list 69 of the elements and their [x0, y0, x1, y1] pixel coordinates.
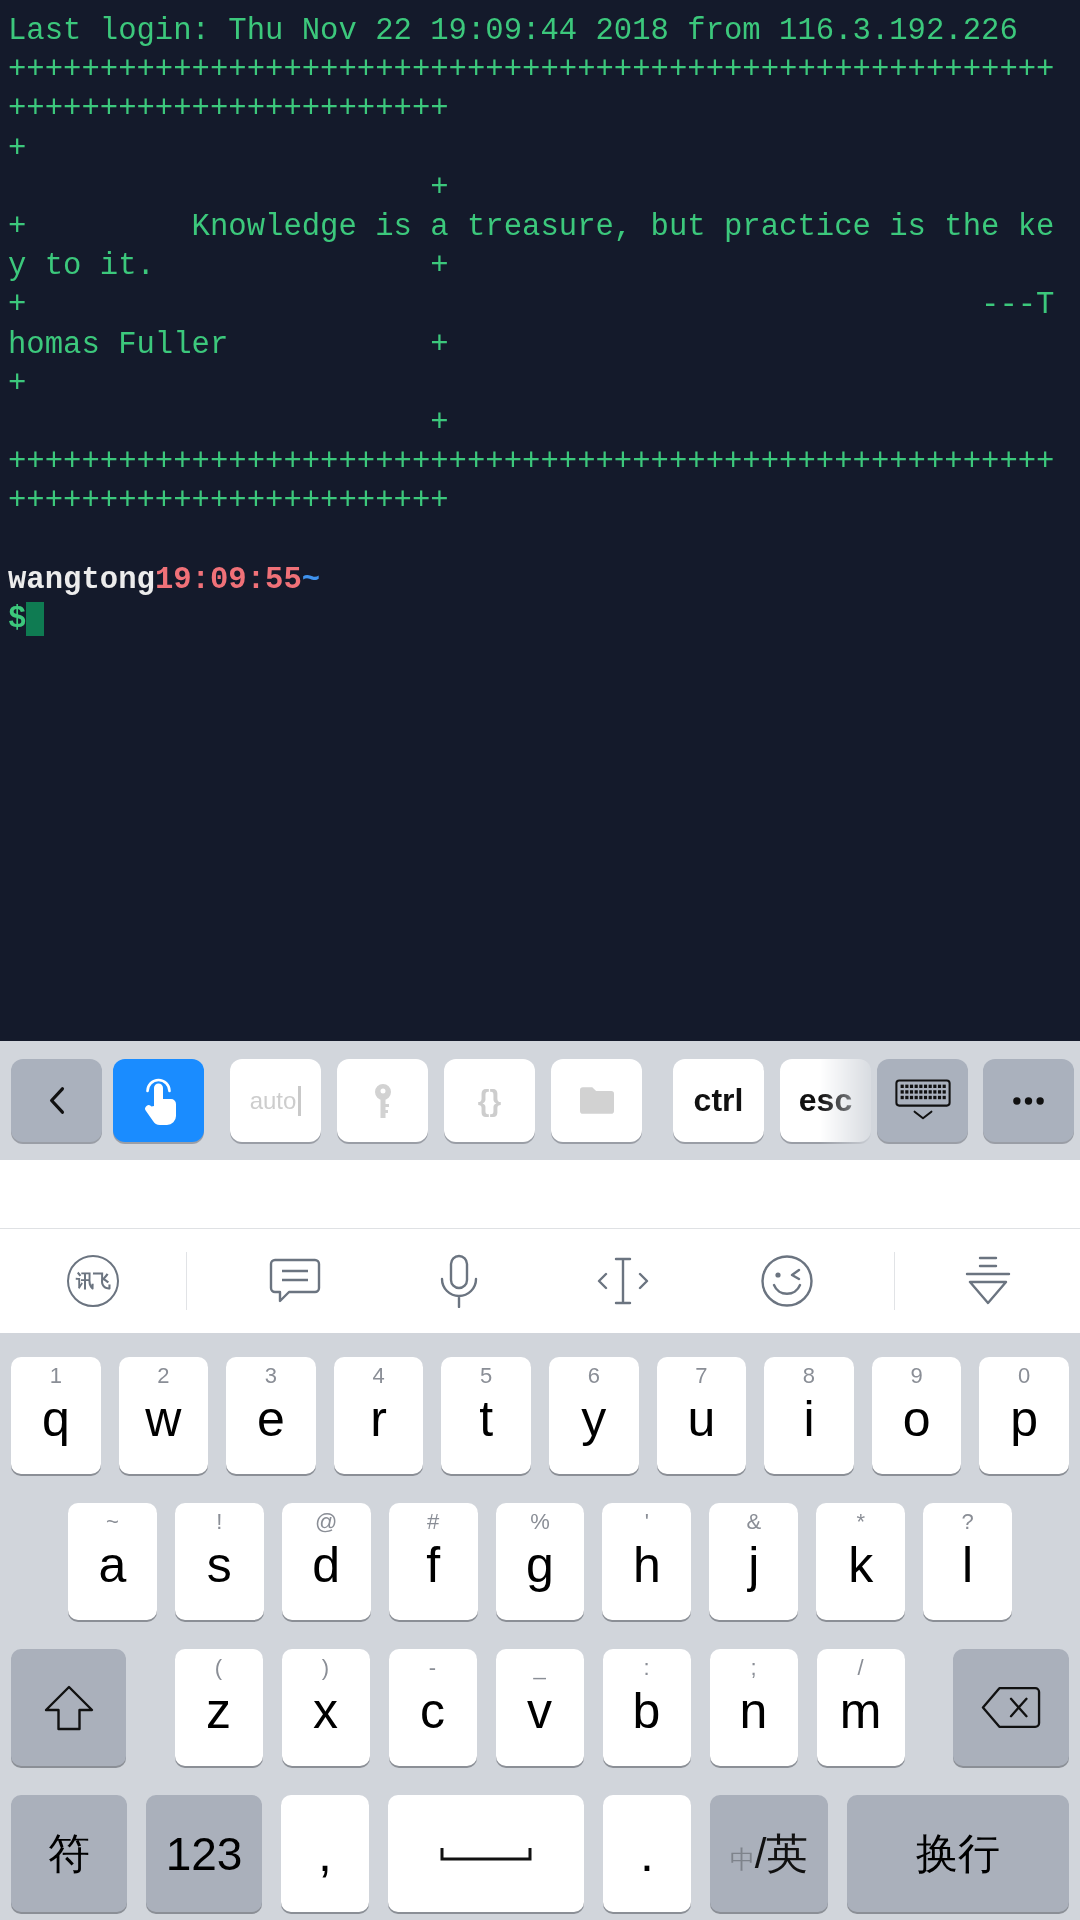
space-bar-icon [440, 1846, 532, 1861]
keyboard-key[interactable]: 4 r [333, 1357, 424, 1474]
terminal-text: +++++++++++++++++++++++++++++++++++++++++++++++++++++++++ [8, 52, 1055, 90]
prompt-username: wangtong [8, 561, 155, 599]
delete-key[interactable] [953, 1649, 1069, 1766]
terminal-text: + [8, 130, 27, 168]
keyboard-key[interactable]: # f [388, 1503, 478, 1620]
delete-icon [981, 1686, 1041, 1729]
folder-icon [579, 1087, 614, 1114]
modifier-key-button[interactable]: ctrl [673, 1059, 764, 1142]
keyboard-key[interactable]: / m [816, 1649, 905, 1766]
terminal-text: + [430, 248, 449, 286]
keyboard-key[interactable]: 1 q [11, 1357, 101, 1474]
shift-icon [43, 1684, 94, 1731]
keyboard-key[interactable]: - c [388, 1649, 477, 1766]
keyboard-key[interactable]: _ v [495, 1649, 584, 1766]
keyboard-key[interactable]: 0 p [979, 1357, 1069, 1474]
more-icon [1013, 1096, 1044, 1105]
terminal-text: ++++++++++++++++++++++++ [8, 91, 449, 129]
keyboard-key[interactable]: 8 i [764, 1357, 854, 1474]
keyboard-key[interactable]: 5 t [441, 1357, 531, 1474]
prompt-path: ~ [301, 561, 321, 599]
touch-mode-button[interactable] [113, 1059, 204, 1142]
ime-logo[interactable]: 讯飞 [67, 1255, 119, 1307]
prompt-symbol: $ [8, 600, 27, 638]
keyboard-key[interactable]: 7 u [656, 1357, 747, 1474]
modifier-key-button[interactable]: esc [780, 1059, 871, 1142]
keyboard-key[interactable]: ? l [923, 1503, 1012, 1620]
terminal-text: ---T [981, 287, 1055, 325]
mode-key[interactable]: 123 [146, 1795, 262, 1912]
winking-face-icon[interactable] [759, 1254, 814, 1308]
terminal-text: Knowledge is a treasure, but practice is the ke [191, 208, 1055, 246]
keyboard-key[interactable]: ( z [174, 1649, 263, 1766]
terminal-text: + [430, 326, 449, 364]
chevron-left-icon [47, 1086, 66, 1115]
terminal-text: ++++++++++++++++++++++++ [8, 483, 449, 521]
terminal-text: + [8, 365, 27, 403]
text-cursor [26, 602, 45, 637]
hide-keyboard-button[interactable] [877, 1059, 968, 1142]
keyboard-key[interactable]: ~ a [68, 1503, 157, 1620]
keyboard-key[interactable]: ; n [709, 1649, 798, 1766]
keyboard-key[interactable]: ' h [602, 1503, 692, 1620]
keyboard-key[interactable]: , [281, 1795, 369, 1912]
keyboard-key[interactable]: 2 w [118, 1357, 209, 1474]
keyboard-key[interactable]: 3 e [226, 1357, 316, 1474]
terminal-text: + [8, 208, 27, 246]
mode-key[interactable]: 符 [11, 1795, 127, 1912]
terminal-text: y to it. [8, 248, 155, 286]
prompt-time: 19:09:55 [154, 561, 302, 599]
keyboard-key[interactable]: * k [816, 1503, 906, 1620]
shift-key[interactable] [11, 1649, 126, 1766]
keyboard-key[interactable]: 9 o [871, 1357, 962, 1474]
terminal-text: + [430, 169, 449, 207]
keyboard-icon [894, 1079, 951, 1122]
keyboard-key[interactable]: ) x [281, 1649, 370, 1766]
terminal-text: + [430, 404, 449, 442]
keyboard-key[interactable]: @ d [281, 1503, 371, 1620]
terminal-text: homas Fuller [8, 326, 229, 364]
key-icon [372, 1082, 393, 1119]
keyboard-key[interactable]: . [603, 1795, 691, 1912]
return-key[interactable]: 换行 [847, 1795, 1069, 1912]
terminal-text: Last login: Thu Nov 22 19:09:44 2018 from 116.3.192.226 [8, 13, 1018, 50]
keyboard-key[interactable]: & j [709, 1503, 799, 1620]
terminal-text: + [8, 287, 27, 325]
keyboard-key[interactable]: ! s [174, 1503, 264, 1620]
keyboard-key[interactable]: 6 y [548, 1357, 639, 1474]
keyboard-key[interactable]: % g [495, 1503, 585, 1620]
keyboard-key[interactable]: : b [602, 1649, 691, 1766]
terminal-text: +++++++++++++++++++++++++++++++++++++++++++++++++++++++++ [8, 444, 1055, 482]
